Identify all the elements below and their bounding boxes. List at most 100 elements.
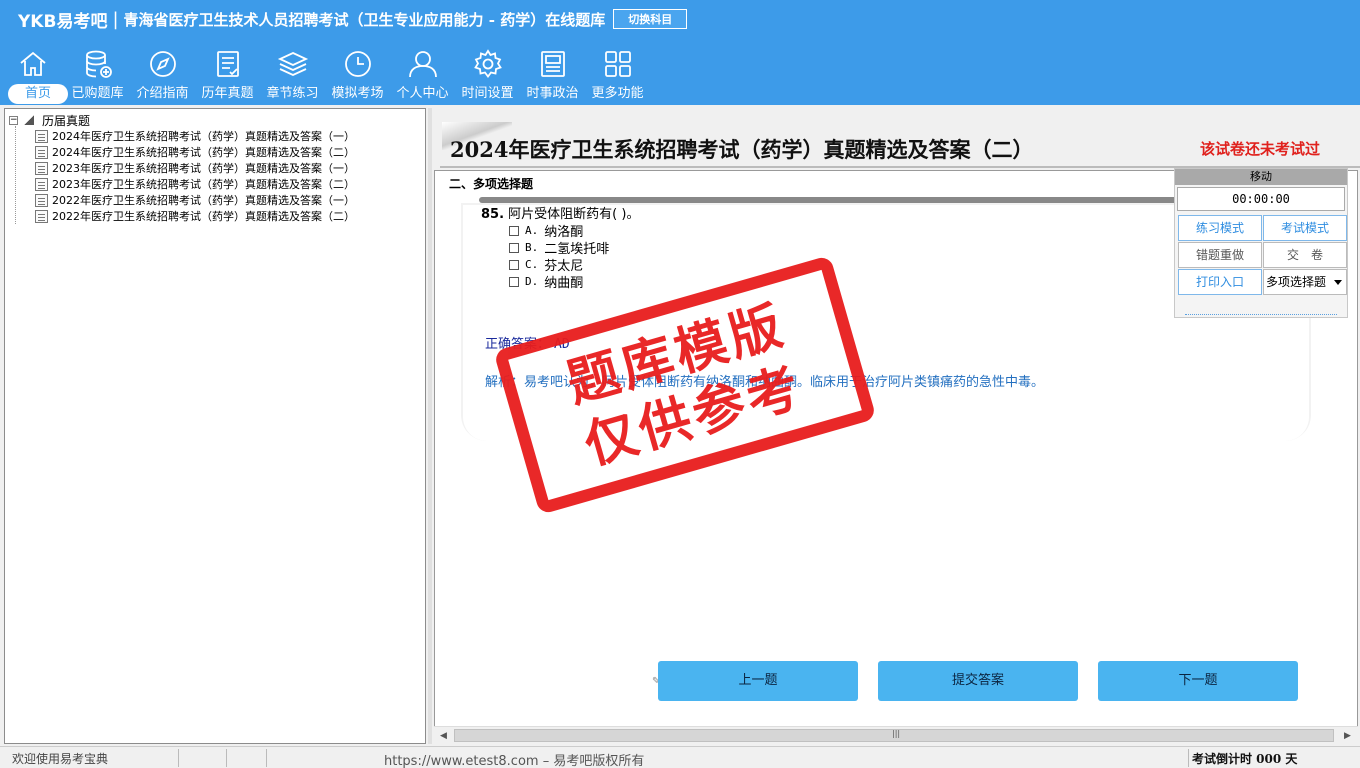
- option-text: 纳曲酮: [544, 276, 584, 291]
- nav-label: 时事政治: [526, 86, 579, 101]
- nav-label: 时间设置: [461, 86, 514, 101]
- tree-item[interactable]: 2024年医疗卫生系统招聘考试（药学）真题精选及答案（一）: [35, 128, 355, 144]
- nav-item-chapter-practice[interactable]: 章节练习: [260, 44, 325, 104]
- nav-item-guide[interactable]: 介绍指南: [130, 44, 195, 104]
- option-letter: C.: [525, 258, 539, 271]
- question-stem: 85. 阿片受体阻断药有( )。: [481, 203, 639, 222]
- option-checkbox[interactable]: [509, 225, 519, 236]
- nav-item-purchased[interactable]: 已购题库: [65, 44, 130, 104]
- exam-timer: 00:00:00: [1177, 187, 1345, 211]
- status-bar: 欢迎使用易考宝典 https://www.etest8.com – 易考吧版权所…: [0, 746, 1360, 768]
- gear-icon: [473, 49, 502, 78]
- option-letter: B.: [525, 241, 539, 254]
- print-entry-button[interactable]: 打印入口: [1178, 269, 1262, 295]
- tree-item-label: 2024年医疗卫生系统招聘考试（药学）真题精选及答案（一）: [52, 130, 355, 143]
- status-divider: [266, 749, 267, 767]
- header-bar: YKB易考吧 | 青海省医疗卫生技术人员招聘考试（卫生专业应用能力 - 药学）在…: [0, 0, 1360, 105]
- move-handle[interactable]: 移动: [1175, 169, 1347, 185]
- switch-subject-button[interactable]: 切换科目: [613, 9, 688, 29]
- tree-item[interactable]: 2023年医疗卫生系统招聘考试（药学）真题精选及答案（一）: [35, 160, 355, 176]
- nav-label: 个人中心: [396, 86, 449, 101]
- nav-label: 历年真题: [201, 86, 254, 101]
- submit-answer-button[interactable]: 提交答案: [878, 661, 1078, 701]
- exam-control-panel: 移动 00:00:00 练习模式 考试模式 错题重做 交 卷 打印入口 多项选择…: [1174, 168, 1348, 318]
- status-divider: [178, 749, 179, 767]
- option-letter: D.: [525, 275, 539, 288]
- paper-title: 2024年医疗卫生系统招聘考试（药学）真题精选及答案（二）: [450, 137, 1034, 162]
- section-label: 二、多项选择题: [449, 177, 534, 191]
- nav-item-personal-center[interactable]: 个人中心: [390, 44, 455, 104]
- tree-root-label: 历届真题: [42, 113, 91, 128]
- question-type-value: 多项选择题: [1266, 275, 1327, 289]
- document-icon: [35, 193, 48, 207]
- option-letter: A.: [525, 224, 539, 237]
- nav-label: 已购题库: [71, 86, 124, 101]
- nav-label: 模拟考场: [331, 86, 384, 101]
- tree-item-label: 2023年医疗卫生系统招聘考试（药学）真题精选及答案（二）: [52, 178, 355, 191]
- panel-resize-bar[interactable]: [1185, 311, 1337, 315]
- option-checkbox[interactable]: [509, 242, 519, 253]
- folder-icon: [24, 115, 34, 125]
- tree-list: 2024年医疗卫生系统招聘考试（药学）真题精选及答案（一） 2024年医疗卫生系…: [35, 128, 355, 224]
- layers-icon: [277, 52, 308, 76]
- app-logo: YKB易考吧: [18, 11, 108, 32]
- welcome-text: 欢迎使用易考宝典: [12, 752, 109, 766]
- nav-label: 章节练习: [266, 86, 319, 101]
- paper-title-bar: 2024年医疗卫生系统招聘考试（药学）真题精选及答案（二） 该试卷还未考试过: [440, 122, 1360, 168]
- tree-item-label: 2023年医疗卫生系统招聘考试（药学）真题精选及答案（一）: [52, 162, 355, 175]
- document-icon: [35, 209, 48, 223]
- document-icon: [35, 177, 48, 191]
- nav-item-more-features[interactable]: 更多功能: [585, 44, 650, 104]
- exam-countdown: 考试倒计时 000 天: [1192, 752, 1298, 766]
- exam-status-text: 该试卷还未考试过: [1199, 140, 1320, 158]
- tree-connector: [15, 126, 35, 224]
- question-number: 85.: [481, 207, 505, 222]
- collapse-toggle-icon[interactable]: −: [9, 115, 18, 125]
- redo-wrong-button[interactable]: 错题重做: [1178, 242, 1262, 268]
- tree-item-label: 2024年医疗卫生系统招聘考试（药学）真题精选及答案（二）: [52, 146, 355, 159]
- exam-mode-button[interactable]: 考试模式: [1263, 215, 1347, 241]
- title-row: YKB易考吧 | 青海省医疗卫生技术人员招聘考试（卫生专业应用能力 - 药学）在…: [0, 0, 1360, 38]
- nav-item-current-affairs[interactable]: 时事政治: [520, 44, 585, 104]
- title-separator: |: [112, 8, 119, 30]
- status-divider: [226, 749, 227, 767]
- next-question-button[interactable]: 下一题: [1098, 661, 1298, 701]
- prev-question-button[interactable]: 上一题: [658, 661, 858, 701]
- control-buttons: 练习模式 考试模式 错题重做 交 卷 打印入口 多项选择题: [1175, 211, 1347, 295]
- user-icon: [408, 51, 437, 78]
- question-type-select[interactable]: 多项选择题: [1263, 269, 1347, 295]
- option-checkbox[interactable]: [509, 276, 519, 287]
- nav-item-past-exams[interactable]: 历年真题: [195, 44, 260, 104]
- status-divider: [1188, 749, 1189, 767]
- document-icon: [35, 161, 48, 175]
- nav-item-home[interactable]: 首页: [0, 44, 68, 104]
- clock-icon: [344, 51, 371, 77]
- horizontal-scrollbar[interactable]: ◀ ||| ▶: [434, 726, 1358, 744]
- practice-mode-button[interactable]: 练习模式: [1178, 215, 1262, 241]
- scroll-right-icon[interactable]: ▶: [1344, 731, 1351, 741]
- nav-item-time-settings[interactable]: 时间设置: [455, 44, 520, 104]
- copyright-text: https://www.etest8.com – 易考吧版权所有: [384, 754, 645, 768]
- option-d[interactable]: D. 纳曲酮: [509, 272, 583, 291]
- tree-item-label: 2022年医疗卫生系统招聘考试（药学）真题精选及答案（二）: [52, 210, 355, 223]
- dropdown-arrow-icon: [1334, 280, 1342, 285]
- nav-item-mock-exam[interactable]: 模拟考场: [325, 44, 390, 104]
- exam-tree-panel: − 历届真题 2024年医疗卫生系统招聘考试（药学）真题精选及答案（一） 202…: [4, 108, 426, 744]
- scroll-left-icon[interactable]: ◀: [440, 731, 447, 741]
- main-nav: 首页 已购题库 介绍指南 历年真题 章节练习 模拟考场 个人中心 时间设置 时事…: [0, 44, 650, 104]
- scroll-grip-icon: |||: [892, 729, 901, 738]
- nav-label: 更多功能: [591, 86, 644, 101]
- compass-icon: [149, 51, 176, 77]
- app-title: 青海省医疗卫生技术人员招聘考试（卫生专业应用能力 - 药学）在线题库: [123, 10, 606, 29]
- grid-icon: [604, 51, 631, 77]
- document-list-icon: [216, 51, 239, 77]
- tree-item[interactable]: 2022年医疗卫生系统招聘考试（药学）真题精选及答案（二）: [35, 208, 355, 224]
- newspaper-icon: [540, 51, 565, 77]
- tree-item[interactable]: 2023年医疗卫生系统招聘考试（药学）真题精选及答案（二）: [35, 176, 355, 192]
- tree-item[interactable]: 2024年医疗卫生系统招聘考试（药学）真题精选及答案（二）: [35, 144, 355, 160]
- option-checkbox[interactable]: [509, 259, 519, 270]
- document-icon: [35, 145, 48, 159]
- nav-label: 首页: [8, 84, 68, 104]
- submit-paper-button[interactable]: 交 卷: [1263, 242, 1347, 268]
- tree-item[interactable]: 2022年医疗卫生系统招聘考试（药学）真题精选及答案（一）: [35, 192, 355, 208]
